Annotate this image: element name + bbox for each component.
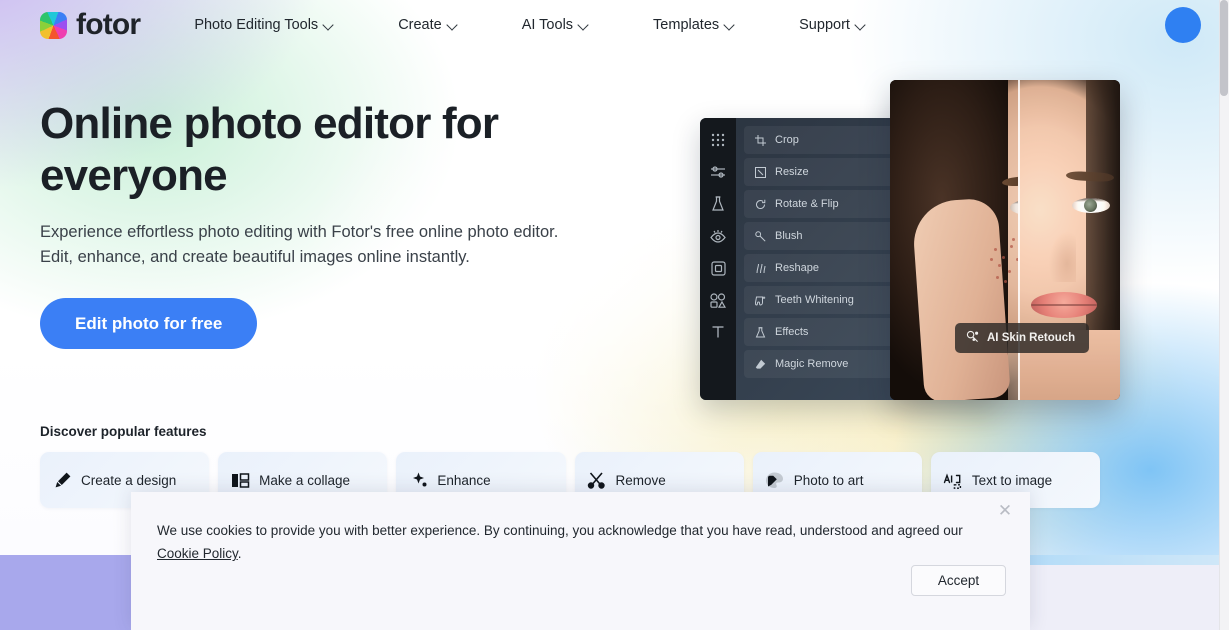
lip-line (1031, 304, 1097, 306)
chevron-down-icon (448, 21, 457, 30)
hand (911, 197, 1011, 400)
nav-item-support[interactable]: Support (787, 11, 877, 39)
logo-text: fotor (76, 8, 141, 41)
lower-section-accent (0, 555, 150, 630)
nav-item-create[interactable]: Create (386, 11, 469, 39)
reshape-icon (754, 262, 767, 275)
feature-card-label: Enhance (437, 472, 491, 488)
feature-card-label: Make a collage (259, 472, 350, 488)
sliders-icon[interactable] (707, 161, 729, 183)
nav-item-photo-editing-tools[interactable]: Photo Editing Tools (182, 11, 345, 39)
nav-label: AI Tools (521, 17, 574, 33)
eye-right (1072, 198, 1110, 213)
collage-icon (230, 470, 250, 490)
crop-icon (754, 134, 767, 147)
tool-label: Teeth Whitening (775, 294, 854, 306)
cookie-text-after: . (237, 546, 242, 561)
photo-to-art-icon (765, 470, 785, 490)
feature-card-label: Text to image (971, 472, 1053, 488)
tool-label: Blush (775, 230, 803, 242)
chevron-down-icon (324, 21, 333, 30)
ai-skin-retouch-badge[interactable]: AI Skin Retouch (955, 323, 1090, 353)
feature-card-label: Photo to art (793, 472, 864, 488)
feature-card-label: Create a design (81, 472, 177, 488)
hero-section: Online photo editor for everyone Experie… (40, 98, 600, 349)
eye-left (1010, 200, 1018, 215)
eye-icon[interactable] (707, 225, 729, 247)
editor-left-rail (700, 118, 736, 400)
color-wheel-icon (40, 11, 67, 39)
blush-icon (754, 230, 767, 243)
nav-label: Support (799, 17, 850, 33)
chevron-down-icon (856, 21, 865, 30)
cookie-banner-text: We use cookies to provide you with bette… (157, 519, 967, 565)
ai-skin-retouch-label: AI Skin Retouch (987, 332, 1076, 344)
tool-label: Rotate & Flip (775, 198, 839, 210)
edit-photo-button[interactable]: Edit photo for free (40, 298, 258, 349)
site-header: fotor Photo Editing Tools Create AI Tool… (0, 0, 1219, 50)
chevron-down-icon (725, 21, 734, 30)
page-title: Online photo editor for everyone (40, 99, 499, 200)
scrollbar-track[interactable] (1219, 0, 1229, 630)
nav-item-ai-tools[interactable]: AI Tools (510, 11, 600, 39)
cookie-banner: ✕ We use cookies to provide you with bet… (131, 492, 1030, 630)
before-after-photo: AI Skin Retouch (890, 80, 1120, 400)
editor-mockup: Crop Resize Rotate & Flip Blush Reshape … (700, 80, 1120, 400)
chevron-down-icon (579, 21, 588, 30)
tool-label: Crop (775, 134, 799, 146)
nav-label: Templates (653, 17, 720, 33)
logo[interactable]: fotor (40, 8, 141, 41)
lower-section-blue-edge (1030, 555, 1219, 565)
feature-card-label: Remove (615, 472, 666, 488)
resize-icon (754, 166, 767, 179)
tool-label: Effects (775, 326, 809, 338)
ai-skin-retouch-icon (966, 330, 979, 346)
rotate-icon (754, 198, 767, 211)
hero-subtitle: Experience effortless photo editing with… (40, 223, 559, 266)
nav-label: Photo Editing Tools (194, 17, 319, 33)
magic-wand-icon (408, 470, 428, 490)
avatar[interactable] (1165, 7, 1201, 43)
scrollbar-thumb[interactable] (1220, 0, 1228, 96)
text-icon[interactable] (707, 321, 729, 343)
frame-icon[interactable] (707, 257, 729, 279)
tool-label: Magic Remove (775, 358, 849, 370)
cookie-policy-link[interactable]: Cookie Policy (157, 546, 238, 561)
accept-button[interactable]: Accept (911, 565, 1006, 596)
features-heading: Discover popular features (40, 424, 207, 439)
nose (1046, 220, 1076, 282)
pen-design-icon (52, 470, 72, 490)
text-to-image-icon (943, 470, 963, 490)
cookie-text-before: We use cookies to provide you with bette… (157, 523, 963, 538)
magic-remove-icon (754, 358, 767, 371)
close-icon[interactable]: ✕ (992, 498, 1018, 524)
beauty-flask-icon[interactable] (707, 193, 729, 215)
main-nav: Photo Editing Tools Create AI Tools Temp… (182, 11, 877, 39)
teeth-icon (754, 294, 767, 307)
nav-label: Create (398, 17, 442, 33)
page-root: fotor Photo Editing Tools Create AI Tool… (0, 0, 1229, 630)
tool-label: Resize (775, 166, 809, 178)
effects-icon (754, 326, 767, 339)
scissors-icon (587, 470, 607, 490)
tool-label: Reshape (775, 262, 820, 274)
grid-dots-icon[interactable] (707, 129, 729, 151)
shapes-icon[interactable] (707, 289, 729, 311)
nav-item-templates[interactable]: Templates (641, 11, 746, 39)
